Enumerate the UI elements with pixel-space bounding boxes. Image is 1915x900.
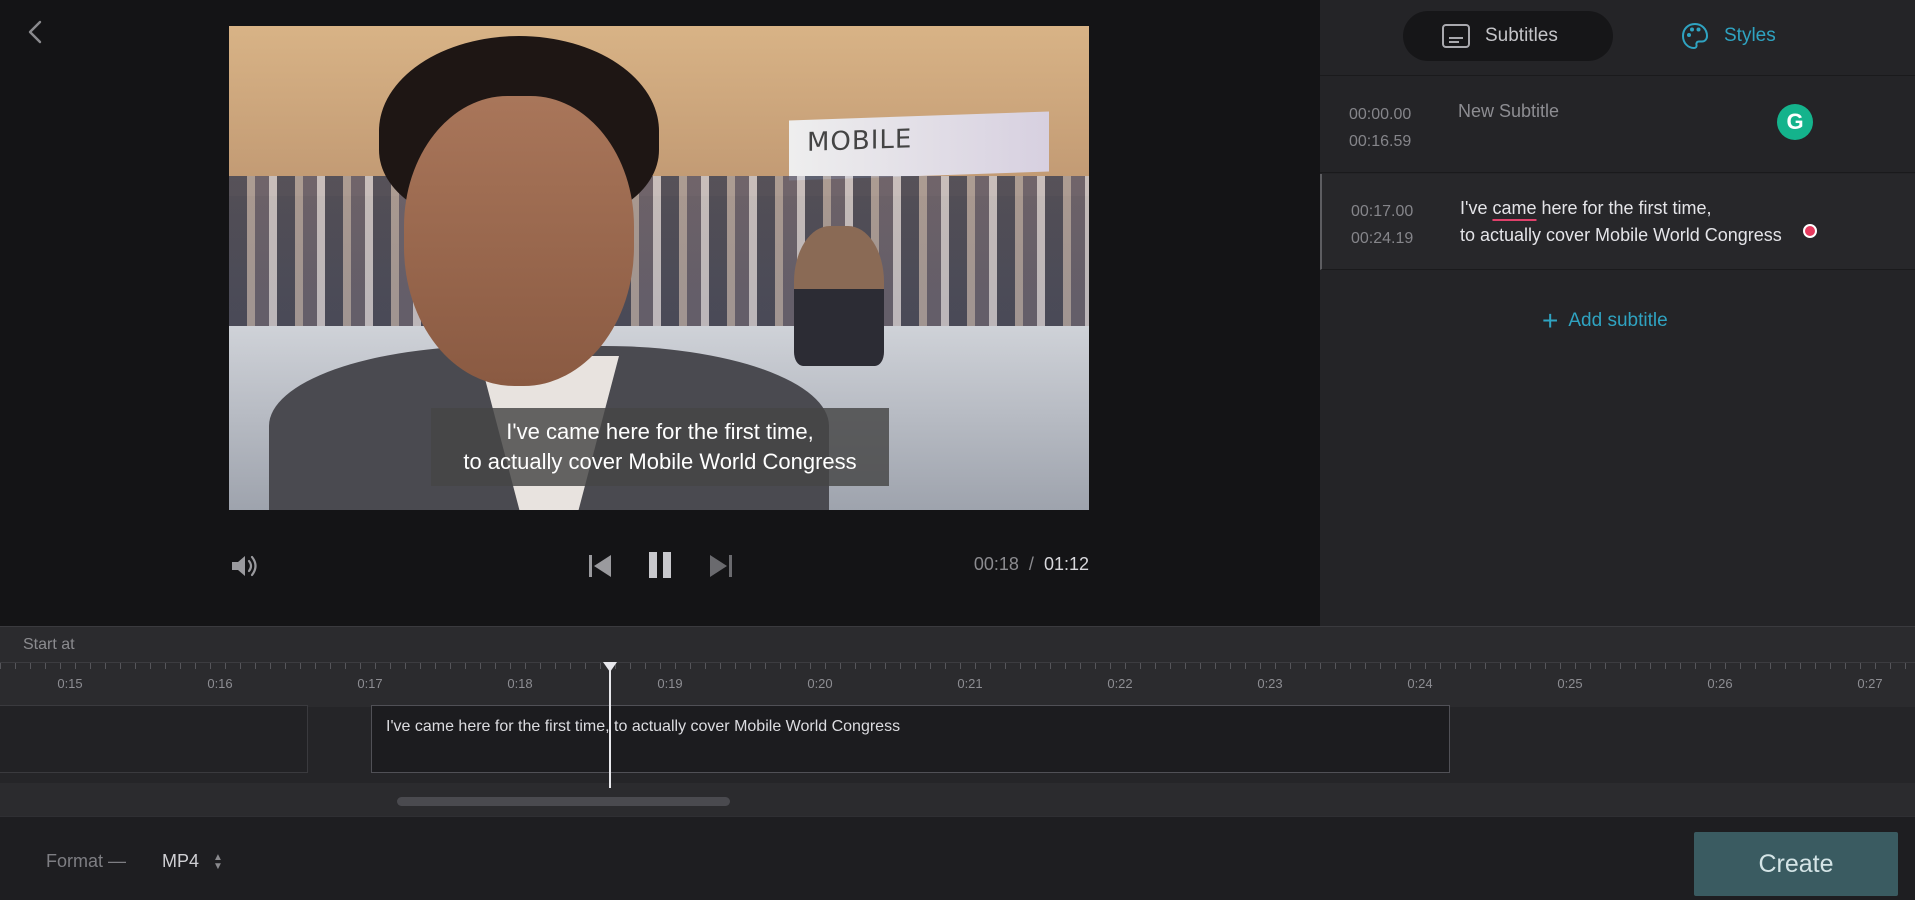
subtitle-text[interactable]: New Subtitle	[1458, 98, 1559, 125]
tick-label: 0:22	[1107, 676, 1133, 691]
tick-label: 0:27	[1857, 676, 1883, 691]
start-at-label: Start at	[23, 636, 75, 653]
video-caption-overlay: I've came here for the first time, to ac…	[431, 408, 889, 486]
tab-subtitles-label: Subtitles	[1485, 25, 1558, 46]
subtitle-row-active[interactable]: 00:17.00 00:24.19 I've came here for the…	[1320, 174, 1915, 270]
tick-label: 0:21	[957, 676, 983, 691]
volume-icon[interactable]	[229, 552, 259, 580]
caption-line-2: to actually cover Mobile World Congress	[463, 449, 857, 474]
timeline-scrollbar[interactable]	[397, 797, 730, 806]
time-separator: /	[1028, 554, 1034, 574]
caption-line-1: I've came here for the first time,	[506, 419, 814, 444]
player-controls: 00:18 / 01:12	[229, 548, 1089, 584]
subtitle-line-1-post: here for the first time,	[1536, 198, 1712, 218]
tick-label: 0:17	[357, 676, 383, 691]
tick-label: 0:16	[207, 676, 233, 691]
grammarly-icon[interactable]: G	[1777, 104, 1813, 140]
subtitle-end-time[interactable]: 00:16.59	[1349, 128, 1411, 155]
spelling-error-word[interactable]: came	[1492, 198, 1536, 218]
video-preview[interactable]: MOBILE I've came here for the first time…	[229, 26, 1089, 510]
previous-icon[interactable]	[586, 552, 614, 580]
playhead[interactable]	[603, 662, 617, 788]
updown-arrows-icon: ▲ ▼	[213, 851, 223, 872]
subtitles-panel: Subtitles Styles 00:00.00 00:16.59 New S…	[1320, 0, 1915, 626]
subtitle-text-editor[interactable]: I've came here for the first time, to ac…	[1460, 195, 1782, 249]
subtitle-times: 00:17.00 00:24.19	[1351, 198, 1413, 252]
subtitle-line-2: to actually cover Mobile World Congress	[1460, 225, 1782, 245]
create-button[interactable]: Create	[1694, 832, 1898, 896]
subtitle-line-1: I've came here for the first time,	[1460, 195, 1782, 222]
palette-icon	[1681, 22, 1709, 50]
total-time: 01:12	[1043, 554, 1089, 574]
tab-styles[interactable]: Styles	[1680, 11, 1810, 61]
subtitle-end-time[interactable]: 00:24.19	[1351, 225, 1413, 252]
tick-label: 0:23	[1257, 676, 1283, 691]
export-bar: Format — MP4 ▲ ▼ Create	[0, 816, 1915, 900]
format-value: MP4	[162, 851, 200, 871]
subtitle-start-time[interactable]: 00:00.00	[1349, 101, 1411, 128]
tick-label: 0:26	[1707, 676, 1733, 691]
timeline: Start at 0:15 0:16 0:17 0:18 0:19 0:20 0…	[0, 626, 1915, 816]
tab-subtitles[interactable]: Subtitles	[1403, 11, 1613, 61]
add-subtitle-button[interactable]: + Add subtitle	[1542, 305, 1668, 336]
tick-label: 0:24	[1407, 676, 1433, 691]
tick-label: 0:25	[1557, 676, 1583, 691]
tick-label: 0:19	[657, 676, 683, 691]
video-person-face	[404, 96, 634, 386]
next-icon[interactable]	[707, 552, 735, 580]
subtitle-times: 00:00.00 00:16.59	[1349, 101, 1411, 155]
tick-label: 0:18	[507, 676, 533, 691]
playback-time: 00:18 / 01:12	[974, 554, 1089, 575]
video-background-person	[794, 226, 884, 366]
add-subtitle-label: Add subtitle	[1568, 310, 1668, 331]
timeline-clip-empty[interactable]	[0, 705, 308, 773]
format-select[interactable]: MP4 ▲ ▼	[162, 851, 223, 872]
format-label: Format —	[46, 851, 127, 871]
video-background-sign: MOBILE	[789, 111, 1049, 181]
back-arrow-icon[interactable]	[24, 18, 48, 46]
tick-label: 0:20	[807, 676, 833, 691]
sign-text: MOBILE	[807, 124, 913, 158]
current-time: 00:18	[973, 554, 1019, 574]
pause-icon[interactable]	[645, 550, 675, 580]
subtitle-line-1-pre: I've	[1460, 198, 1493, 218]
app-root: MOBILE I've came here for the first time…	[0, 0, 1915, 900]
tab-styles-label: Styles	[1724, 25, 1776, 46]
video-area: MOBILE I've came here for the first time…	[0, 0, 1320, 626]
grammarly-error-indicator-icon[interactable]	[1803, 224, 1817, 238]
plus-icon: +	[1542, 305, 1559, 336]
subtitles-icon	[1442, 24, 1470, 48]
tick-label: 0:15	[57, 676, 83, 691]
subtitle-start-time[interactable]: 00:17.00	[1351, 198, 1413, 225]
timeline-clip-subtitle[interactable]: I've came here for the first time, to ac…	[371, 705, 1450, 773]
panel-tabs: Subtitles Styles	[1320, 0, 1915, 76]
subtitle-row[interactable]: 00:00.00 00:16.59 New Subtitle G	[1320, 77, 1915, 173]
